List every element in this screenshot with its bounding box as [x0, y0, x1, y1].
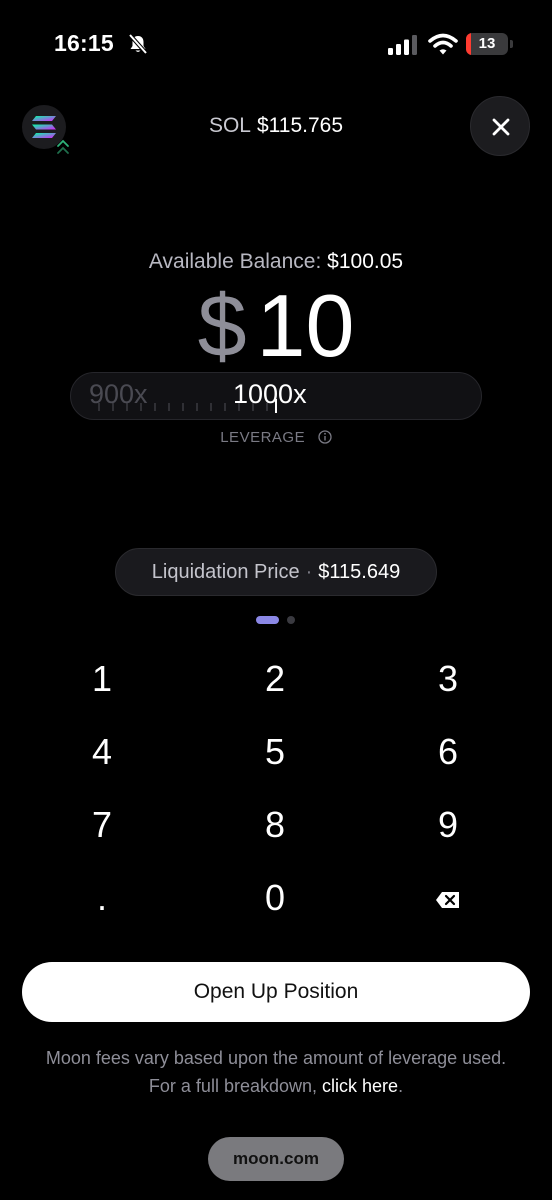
leverage-current[interactable]: 1000x	[233, 379, 307, 410]
fee-note: Moon fees vary based upon the amount of …	[40, 1044, 512, 1100]
key-7[interactable]: 7	[27, 790, 177, 860]
key-decimal[interactable]: .	[27, 863, 177, 933]
balance-label: Available Balance:	[148, 250, 322, 273]
backspace-icon	[436, 892, 459, 909]
amount-value: 10	[256, 276, 355, 375]
leverage-label: LEVERAGE	[0, 429, 552, 446]
key-0[interactable]: 0	[200, 863, 350, 933]
battery-percent: 13	[478, 35, 496, 52]
fee-breakdown-link[interactable]: click here	[322, 1076, 398, 1096]
key-4[interactable]: 4	[27, 717, 177, 787]
fee-note-text: Moon fees vary based upon the amount of …	[45, 1048, 507, 1096]
token-symbol: SOL	[208, 114, 251, 137]
numeric-keypad: 1 2 3 4 5 6 7 8 9 . 0	[0, 644, 552, 934]
amount-display: $10	[0, 278, 552, 374]
pager-dot[interactable]	[287, 616, 295, 624]
status-time: 16:15	[54, 30, 114, 56]
backspace-key[interactable]	[373, 863, 523, 933]
open-position-button[interactable]: Open Up Position	[22, 962, 530, 1022]
key-9[interactable]: 9	[373, 790, 523, 860]
info-icon[interactable]	[318, 430, 332, 444]
key-1[interactable]: 1	[27, 644, 177, 714]
wifi-icon	[428, 33, 458, 55]
battery-cap	[510, 40, 513, 48]
cellular-signal-icon	[388, 35, 417, 55]
token-price: $115.765	[257, 114, 344, 137]
liquidation-label: Liquidation Price	[151, 561, 300, 583]
liquidation-value: $115.649	[318, 561, 401, 583]
domain-pill[interactable]: moon.com	[208, 1137, 344, 1181]
leverage-previous[interactable]: 900x	[89, 379, 148, 410]
fee-note-end: .	[398, 1076, 404, 1096]
key-5[interactable]: 5	[200, 717, 350, 787]
bell-muted-icon	[128, 33, 148, 55]
balance-value: $100.05	[327, 250, 404, 273]
pager-dot-active[interactable]	[256, 616, 279, 624]
key-6[interactable]: 6	[373, 717, 523, 787]
amount-currency: $	[197, 276, 247, 375]
key-8[interactable]: 8	[200, 790, 350, 860]
close-button[interactable]	[470, 96, 530, 156]
status-bar: 16:15 13	[0, 0, 552, 90]
leverage-label-text: LEVERAGE	[220, 429, 306, 446]
key-2[interactable]: 2	[200, 644, 350, 714]
battery-indicator: 13	[466, 33, 508, 55]
chevron-up-icon	[57, 139, 69, 154]
liquidation-price-pill: Liquidation Price · $115.649	[115, 548, 437, 596]
close-icon	[492, 118, 510, 136]
available-balance: Available Balance: $100.05	[0, 250, 552, 274]
key-3[interactable]: 3	[373, 644, 523, 714]
liquidation-separator: ·	[305, 561, 313, 583]
leverage-slider[interactable]: 900x 1000x	[70, 372, 482, 420]
